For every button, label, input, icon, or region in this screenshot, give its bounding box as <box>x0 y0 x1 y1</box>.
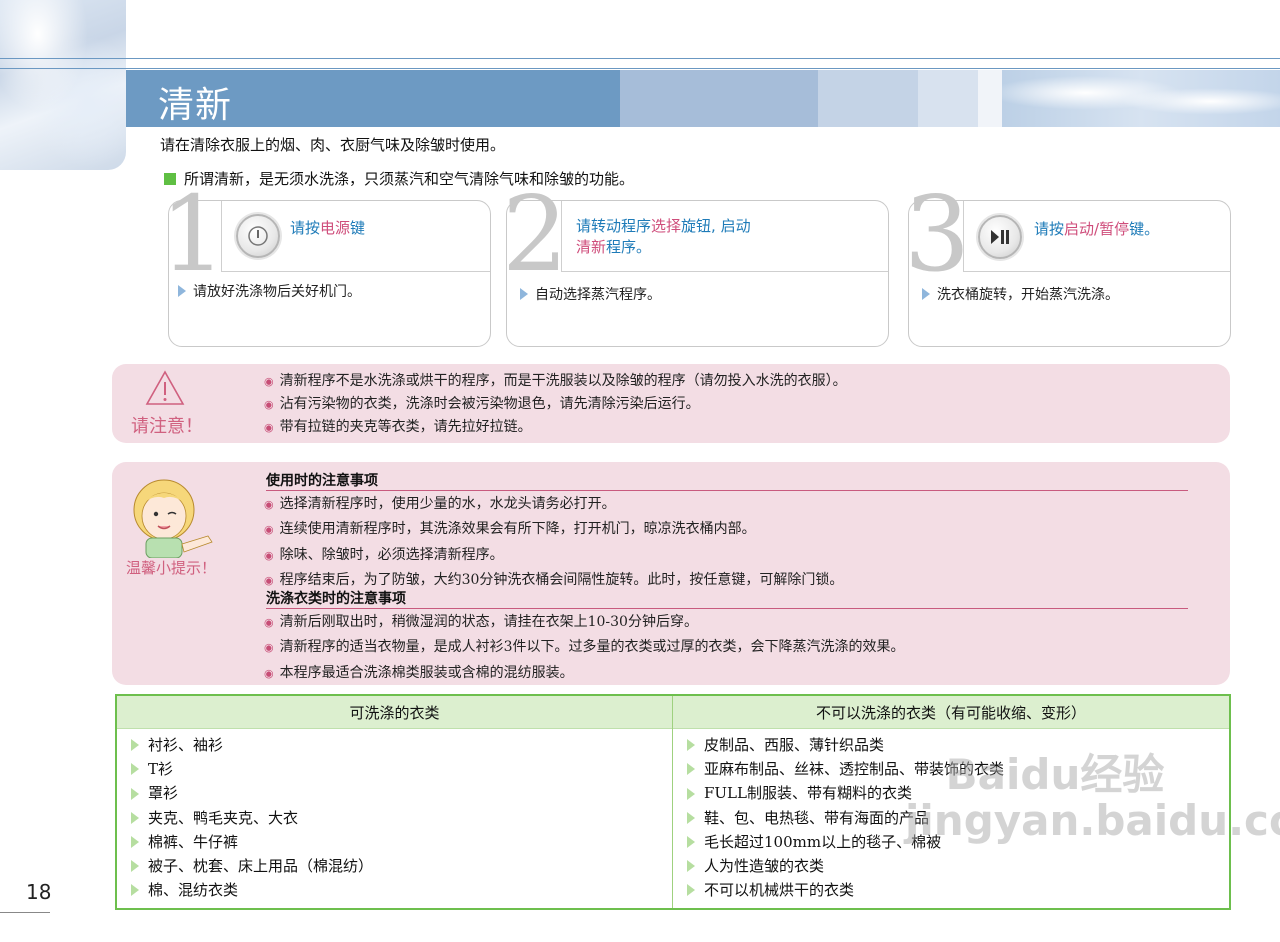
table-header-washable: 可洗涤的衣类 <box>117 696 672 729</box>
step-title: 请转动程序选择旋钮, 启动 清新程序。 <box>576 217 751 256</box>
bullet-icon: ◉ <box>264 548 274 562</box>
triangle-bullet-icon <box>687 811 695 824</box>
step-desc: 自动选择蒸汽程序。 <box>520 284 661 304</box>
list-item: 棉、混纺衣类 <box>131 878 373 902</box>
list-item: 皮制品、西服、薄针织品类 <box>687 733 1004 757</box>
column-divider <box>672 696 673 908</box>
bullet-icon: ◉ <box>264 666 274 680</box>
page-number: 18 <box>26 880 52 904</box>
caution-item: ◉ 沾有污染物的衣类，洗涤时会被污染物退色，请先清除污染后运行。 <box>264 396 700 412</box>
tips-list-1: ◉ 选择清新程序时，使用少量的水，水龙头请务必打开。 ◉ 连续使用清新程序时，其洗涤… <box>264 492 843 594</box>
step-number: 3 <box>904 173 971 295</box>
list-item: FULL制服装、带有糊料的衣类 <box>687 781 1004 805</box>
title-band-segment <box>620 70 818 127</box>
girl-mascot-icon <box>124 476 224 562</box>
bullet-icon: ◉ <box>264 641 274 655</box>
bullet-icon: ◉ <box>264 616 274 629</box>
tips-list-2: ◉ 清新后刚取出时，稍微湿润的状态，请挂在衣架上10-30分钟后穿。 ◉ 清新程序的… <box>264 610 905 686</box>
title-band-segment <box>978 70 1002 127</box>
step-number: 1 <box>160 173 227 295</box>
list-item: 棉裤、牛仔裤 <box>131 830 373 854</box>
tips-label: 温馨小提示！ <box>126 559 217 577</box>
triangle-bullet-icon <box>131 739 139 752</box>
tip-item: ◉ 除味、除皱时，必须选择清新程序。 <box>264 546 504 563</box>
triangle-bullet-icon <box>922 288 930 300</box>
step-desc: 洗衣桶旋转，开始蒸汽洗涤。 <box>922 284 1119 304</box>
triangle-bullet-icon <box>131 787 139 800</box>
list-item: 罩衫 <box>131 781 373 805</box>
tip-item: ◉ 选择清新程序时，使用少量的水，水龙头请务必打开。 <box>264 496 616 512</box>
bullet-icon: ◉ <box>264 498 274 511</box>
caution-label: 请注意！ <box>131 416 203 437</box>
warning-icon <box>145 370 185 410</box>
list-item: 毛长超过100mm以上的毯子、棉被 <box>687 830 1004 854</box>
triangle-bullet-icon <box>131 763 139 776</box>
title-band-segment <box>818 70 918 127</box>
bullet-icon: ◉ <box>264 421 274 434</box>
page-number-rule <box>0 912 50 913</box>
start-pause-button-icon <box>978 215 1022 259</box>
tips-section-title: 使用时的注意事项 <box>266 473 378 489</box>
title-band-segment <box>918 70 978 127</box>
caution-item: ◉ 清新程序不是水洗涤或烘干的程序，而是干洗服装以及除皱的程序（请勿投入水洗的衣服… <box>264 373 847 389</box>
step-title: 请按启动/暂停键。 <box>1034 220 1160 238</box>
bullet-icon: ◉ <box>264 375 274 388</box>
section-divider <box>266 490 1188 491</box>
triangle-bullet-icon <box>687 763 695 776</box>
tips-section-title: 洗涤衣类时的注意事项 <box>266 591 406 607</box>
step-number: 2 <box>502 173 569 295</box>
tip-item: ◉ 清新程序的适当衣物量，是成人衬衫3件以下。过多量的衣类或过厚的衣类，会下降蒸汽… <box>264 639 905 656</box>
bullet-icon: ◉ <box>264 574 274 588</box>
list-item: 不可以机械烘干的衣类 <box>687 878 1004 902</box>
list-item: 鞋、包、电热毯、带有海面的产品 <box>687 806 1004 830</box>
table-header-not-washable: 不可以洗涤的衣类（有可能收缩、变形） <box>673 696 1229 729</box>
sky-image <box>1002 70 1280 127</box>
list-item: 亚麻布制品、丝袜、透控制品、带装饰的衣类 <box>687 757 1004 781</box>
play-pause-icon <box>991 230 1009 244</box>
list-item: 夹克、鸭毛夹克、大衣 <box>131 806 373 830</box>
step-desc: 请放好洗涤物后关好机门。 <box>178 281 361 301</box>
caution-list: ◉ 清新程序不是水洗涤或烘干的程序，而是干洗服装以及除皱的程序（请勿投入水洗的衣服… <box>264 370 847 439</box>
tip-item: ◉ 本程序最适合洗涤棉类服装或含棉的混纺服装。 <box>264 664 574 681</box>
triangle-bullet-icon <box>687 739 695 752</box>
list-item: 被子、枕套、床上用品（棉混纺） <box>131 854 373 878</box>
triangle-bullet-icon <box>131 811 139 824</box>
header-rule <box>0 68 1280 69</box>
triangle-bullet-icon <box>131 884 139 897</box>
triangle-bullet-icon <box>131 860 139 873</box>
clothing-table: 可洗涤的衣类 不可以洗涤的衣类（有可能收缩、变形） 衬衫、袖衫 T衫 罩衫 夹克… <box>115 694 1231 910</box>
triangle-bullet-icon <box>687 787 695 800</box>
not-washable-list: 皮制品、西服、薄针织品类 亚麻布制品、丝袜、透控制品、带装饰的衣类 FULL制服… <box>687 733 1004 902</box>
caution-item: ◉ 带有拉链的夹克等衣类，请先拉好拉链。 <box>264 419 532 435</box>
section-divider <box>266 608 1188 609</box>
power-button-icon <box>236 214 280 258</box>
header-rule <box>0 58 1280 59</box>
triangle-bullet-icon <box>687 884 695 897</box>
list-item: 衬衫、袖衫 <box>131 733 373 757</box>
tip-item: ◉ 连续使用清新程序时，其洗涤效果会有所下降，打开机门，晾凉洗衣桶内部。 <box>264 521 756 538</box>
triangle-bullet-icon <box>687 835 695 848</box>
power-icon <box>248 226 268 246</box>
intro-text: 请在清除衣服上的烟、肉、衣厨气味及除皱时使用。 <box>160 136 506 154</box>
washable-list: 衬衫、袖衫 T衫 罩衫 夹克、鸭毛夹克、大衣 棉裤、牛仔裤 被子、枕套、床上用品… <box>131 733 373 902</box>
triangle-bullet-icon <box>178 285 186 297</box>
bullet-icon: ◉ <box>264 398 274 411</box>
list-item: T衫 <box>131 757 373 781</box>
triangle-bullet-icon <box>520 288 528 300</box>
list-item: 人为性造皱的衣类 <box>687 854 1004 878</box>
water-splash-image <box>0 0 126 170</box>
bullet-icon: ◉ <box>264 523 274 537</box>
page-title: 清新 <box>158 85 233 126</box>
tip-item: ◉ 清新后刚取出时，稍微湿润的状态，请挂在衣架上10-30分钟后穿。 <box>264 614 698 630</box>
triangle-bullet-icon <box>131 835 139 848</box>
step-title: 请按电源键 <box>290 219 366 237</box>
triangle-bullet-icon <box>687 860 695 873</box>
